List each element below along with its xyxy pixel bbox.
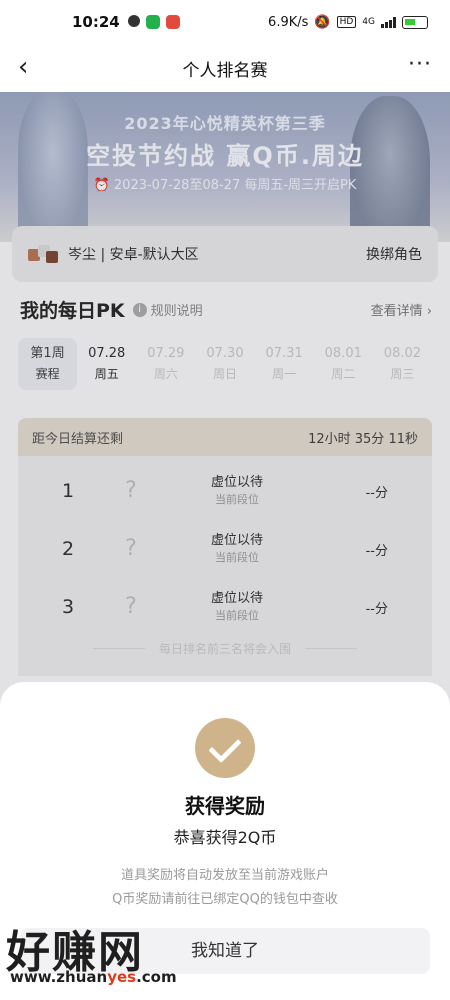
chevron-left-icon[interactable]: ‹ [18, 54, 42, 80]
qq-icon [127, 15, 140, 27]
nav-bar: ‹ 个人排名赛 ··· [0, 44, 450, 92]
mute-icon: 🔕 [314, 14, 331, 30]
watermark-url-prefix: www.zhuan [10, 968, 108, 986]
watermark-url-highlight: yes [107, 968, 137, 986]
network-type: 4G [362, 17, 375, 27]
watermark-url-suffix: .com [136, 968, 177, 986]
status-bar: 10:24 6.9K/s 🔕 HD 4G [0, 0, 450, 44]
watermark: 好赚网 www.zhuanyes.com [6, 916, 206, 990]
network-speed: 6.9K/s [268, 14, 309, 30]
modal-subtitle: 恭喜获得2Q币 [173, 828, 277, 847]
watermark-url: www.zhuanyes.com [10, 968, 177, 986]
page-title: 个人排名赛 [182, 60, 268, 81]
more-icon[interactable]: ··· [408, 54, 432, 76]
check-icon [195, 718, 255, 778]
modal-desc-1: 道具奖励将自动发放至当前游戏账户 [120, 868, 329, 883]
app-icon [165, 15, 180, 29]
status-right: 6.9K/s 🔕 HD 4G [268, 15, 428, 30]
status-time: 10:24 [72, 13, 120, 31]
hd-icon: HD [336, 16, 357, 28]
notification-icons [127, 15, 180, 29]
modal-title: 获得奖励 [185, 794, 265, 818]
wechat-icon [145, 15, 160, 29]
signal-icon [381, 16, 396, 28]
modal-desc-2: Q币奖励请前往已绑定QQ的钱包中查收 [112, 892, 338, 907]
battery-icon [402, 15, 428, 29]
